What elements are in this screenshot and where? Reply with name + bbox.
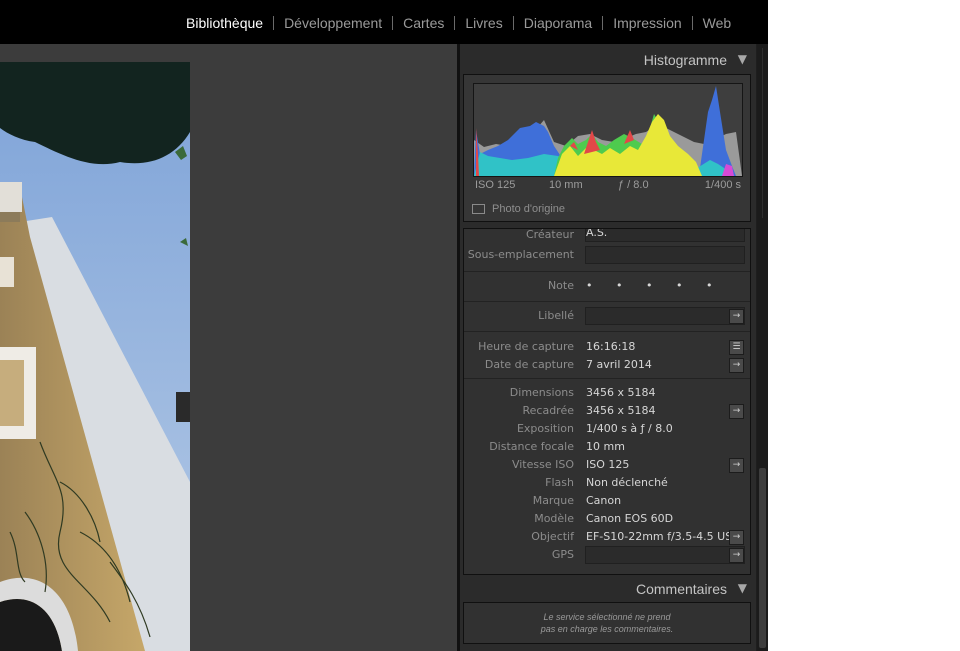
histogram-chart [474, 86, 742, 176]
meta-row-createur: Créateur A.S. [464, 228, 750, 244]
panel-scrollbar[interactable] [757, 44, 768, 651]
module-cartes[interactable]: Cartes [393, 14, 454, 32]
separator [464, 301, 750, 302]
list-icon[interactable]: ☰ [729, 340, 744, 355]
meta-label: Modèle [534, 512, 574, 525]
histogram-aperture: ƒ / 8.0 [618, 179, 649, 191]
histogram-graph[interactable] [473, 83, 743, 177]
meta-value: 1/400 s à ƒ / 8.0 [586, 422, 673, 435]
histogram-readout: ISO 125 10 mm ƒ / 8.0 1/400 s [475, 179, 741, 193]
meta-label: Exposition [516, 422, 574, 435]
original-photo-toggle[interactable]: Photo d'origine [472, 201, 565, 217]
separator [464, 378, 750, 379]
meta-label: Objectif [531, 530, 574, 543]
histogram-header[interactable]: Histogramme ▼ [460, 46, 756, 74]
module-livres[interactable]: Livres [455, 14, 512, 32]
arrow-right-icon[interactable]: → [729, 530, 744, 545]
histogram-shutter: 1/400 s [704, 179, 741, 191]
meta-row-marque: Marque Canon [464, 492, 750, 510]
meta-row-date: Date de capture 7 avril 2014 → [464, 356, 750, 374]
meta-value: 16:16:18 [586, 340, 636, 353]
meta-label: Marque [532, 494, 574, 507]
sous-emplacement-field[interactable] [585, 246, 745, 264]
meta-label: Distance focale [489, 440, 574, 453]
meta-row-libelle: Libellé → [464, 307, 750, 325]
comments-message: Le service sélectionné ne prend pas en c… [464, 611, 750, 635]
comments-header[interactable]: Commentaires ▼ [460, 575, 756, 603]
meta-row-flash: Flash Non déclenché [464, 474, 750, 492]
triangle-down-icon[interactable]: ▼ [738, 52, 747, 66]
meta-label: Heure de capture [478, 340, 574, 353]
metadata-panel: Créateur A.S. Sous-emplacement Note • • … [463, 228, 751, 575]
meta-label: Dimensions [509, 386, 574, 399]
meta-label: Vitesse ISO [511, 458, 574, 471]
meta-label: GPS [551, 548, 574, 561]
meta-value: 3456 x 5184 [586, 404, 656, 417]
comments-panel: Le service sélectionné ne prend pas en c… [463, 602, 751, 644]
meta-label: Libellé [538, 309, 574, 322]
arrow-right-icon[interactable]: → [729, 548, 744, 563]
module-web[interactable]: Web [693, 14, 742, 32]
comments-title: Commentaires [635, 581, 727, 597]
meta-label: Recadrée [522, 404, 574, 417]
meta-label: Sous-emplacement [467, 248, 574, 261]
meta-row-objectif: Objectif EF-S10-22mm f/3.5-4.5 US → [464, 528, 750, 546]
separator [464, 271, 750, 272]
meta-row-heure: Heure de capture 16:16:18 ☰ [464, 338, 750, 356]
meta-row-note: Note • • • • • [464, 277, 750, 295]
photo-preview[interactable] [0, 62, 190, 651]
gps-field[interactable] [585, 546, 745, 564]
meta-value: 3456 x 5184 [586, 386, 656, 399]
meta-row-recadree: Recadrée 3456 x 5184 → [464, 402, 750, 420]
meta-value: A.S. [586, 228, 608, 239]
meta-row-exposition: Exposition 1/400 s à ƒ / 8.0 [464, 420, 750, 438]
meta-row-dimensions: Dimensions 3456 x 5184 [464, 384, 750, 402]
module-diaporama[interactable]: Diaporama [514, 14, 602, 32]
meta-value: Canon [586, 494, 622, 507]
checkbox-icon[interactable] [472, 204, 485, 214]
meta-value: Canon EOS 60D [586, 512, 674, 525]
meta-row-gps: GPS → [464, 546, 750, 564]
createur-field[interactable] [585, 229, 745, 242]
arrow-right-icon[interactable]: → [729, 458, 744, 473]
meta-value: Non déclenché [586, 476, 668, 489]
meta-label: Date de capture [484, 358, 574, 371]
module-impression[interactable]: Impression [603, 14, 691, 32]
original-photo-label: Photo d'origine [492, 203, 566, 215]
meta-row-sous-emplacement: Sous-emplacement [464, 246, 750, 264]
histogram-focal: 10 mm [549, 179, 583, 191]
right-panel: Histogramme ▼ ISO 125 10 mm ƒ / 8.0 1/40… [460, 44, 756, 651]
triangle-down-icon[interactable]: ▼ [738, 581, 747, 595]
photo-image [0, 62, 190, 651]
lightroom-window: Bibliothèque Développement Cartes Livres… [0, 0, 768, 651]
rating-stars[interactable]: • • • • • [586, 279, 722, 292]
libelle-field[interactable] [585, 307, 745, 325]
scrollbar-thumb[interactable] [759, 468, 766, 648]
separator [464, 331, 750, 332]
histogram-panel: ISO 125 10 mm ƒ / 8.0 1/400 s Photo d'or… [463, 74, 751, 222]
meta-value: 7 avril 2014 [586, 358, 652, 371]
meta-row-modele: Modèle Canon EOS 60D [464, 510, 750, 528]
meta-value: ISO 125 [586, 458, 630, 471]
arrow-right-icon[interactable]: → [729, 404, 744, 419]
comments-message-line2: pas en charge les commentaires. [540, 624, 674, 634]
arrow-right-icon[interactable]: → [729, 309, 744, 324]
module-list: Bibliothèque Développement Cartes Livres… [176, 14, 741, 32]
meta-value: 10 mm [586, 440, 625, 453]
meta-label: Créateur [525, 228, 574, 241]
meta-label: Flash [545, 476, 574, 489]
comments-message-line1: Le service sélectionné ne prend [543, 612, 671, 622]
meta-label: Note [547, 279, 574, 292]
module-picker: Bibliothèque Développement Cartes Livres… [0, 0, 768, 44]
photo-viewer[interactable] [0, 44, 457, 651]
meta-row-iso: Vitesse ISO ISO 125 → [464, 456, 750, 474]
histogram-iso: ISO 125 [475, 179, 516, 191]
arrow-right-icon[interactable]: → [729, 358, 744, 373]
scrollbar-track [762, 48, 763, 218]
module-developpement[interactable]: Développement [274, 14, 392, 32]
meta-value: EF-S10-22mm f/3.5-4.5 US [586, 530, 733, 543]
histogram-title: Histogramme [643, 52, 727, 68]
meta-row-focale: Distance focale 10 mm [464, 438, 750, 456]
module-bibliotheque[interactable]: Bibliothèque [176, 14, 273, 32]
